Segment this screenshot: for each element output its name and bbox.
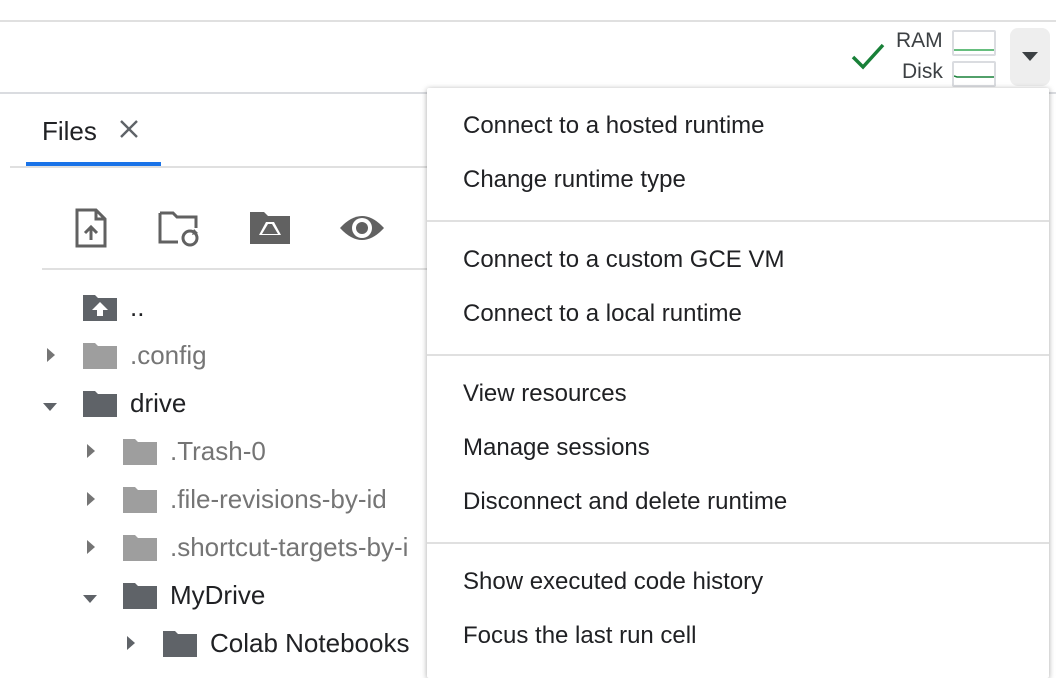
tree-item-label: .file-revisions-by-id [170, 484, 387, 514]
menu-divider [427, 542, 1049, 544]
tree-item-label: .Trash-0 [170, 436, 266, 466]
tree-item-label: MyDrive [170, 580, 266, 610]
menu-item-focus-last-run-cell[interactable]: Focus the last run cell [463, 622, 696, 650]
tab-divider [10, 166, 430, 168]
folder-up-icon [82, 292, 118, 327]
chevron-right-icon[interactable] [86, 443, 96, 464]
folder-icon [122, 580, 158, 615]
connected-check-icon [850, 40, 886, 77]
folder-icon [82, 388, 118, 423]
toolbar-divider [42, 268, 442, 270]
mount-drive-icon[interactable] [248, 208, 292, 251]
menu-item-show-executed-code-history[interactable]: Show executed code history [463, 568, 763, 596]
upload-file-icon[interactable] [74, 208, 108, 253]
menu-divider [427, 354, 1049, 356]
menu-divider [427, 220, 1049, 222]
disk-label: Disk [902, 60, 943, 83]
runtime-menu: Connect to a hosted runtime Change runti… [427, 88, 1049, 678]
close-icon[interactable] [118, 118, 140, 145]
menu-item-disconnect-delete-runtime[interactable]: Disconnect and delete runtime [463, 488, 787, 516]
menu-item-connect-local-runtime[interactable]: Connect to a local runtime [463, 300, 742, 328]
tree-item-label: Colab Notebooks [210, 628, 410, 658]
menu-item-view-resources[interactable]: View resources [463, 380, 627, 408]
ram-label: RAM [896, 29, 943, 52]
menu-item-manage-sessions[interactable]: Manage sessions [463, 434, 650, 462]
chevron-down-icon[interactable] [82, 591, 98, 609]
folder-icon [122, 436, 158, 471]
runtime-dropdown-button[interactable] [1010, 28, 1050, 86]
menu-item-change-runtime-type[interactable]: Change runtime type [463, 166, 686, 194]
ram-usage-graph[interactable] [952, 30, 996, 56]
folder-icon [162, 628, 198, 663]
folder-icon [82, 340, 118, 375]
tree-item-label: .. [130, 292, 145, 322]
tree-item-label: .shortcut-targets-by-i [170, 532, 409, 562]
menu-item-connect-hosted-runtime[interactable]: Connect to a hosted runtime [463, 112, 765, 140]
chevron-right-icon[interactable] [46, 347, 56, 368]
chevron-right-icon[interactable] [86, 539, 96, 560]
tree-item-label: .config [130, 340, 207, 370]
caret-down-icon [1022, 52, 1038, 61]
tree-item-label: drive [130, 388, 187, 418]
folder-icon [122, 532, 158, 567]
chevron-right-icon[interactable] [126, 635, 136, 656]
folder-icon [122, 484, 158, 519]
disk-usage-graph[interactable] [952, 61, 996, 87]
menu-item-connect-custom-gce-vm[interactable]: Connect to a custom GCE VM [463, 246, 784, 274]
chevron-right-icon[interactable] [86, 491, 96, 512]
tab-files-label: Files [42, 116, 97, 146]
toggle-hidden-files-icon[interactable] [338, 208, 386, 253]
refresh-icon[interactable] [158, 208, 202, 253]
tab-files[interactable]: Files [26, 106, 161, 166]
chevron-down-icon[interactable] [42, 399, 58, 417]
